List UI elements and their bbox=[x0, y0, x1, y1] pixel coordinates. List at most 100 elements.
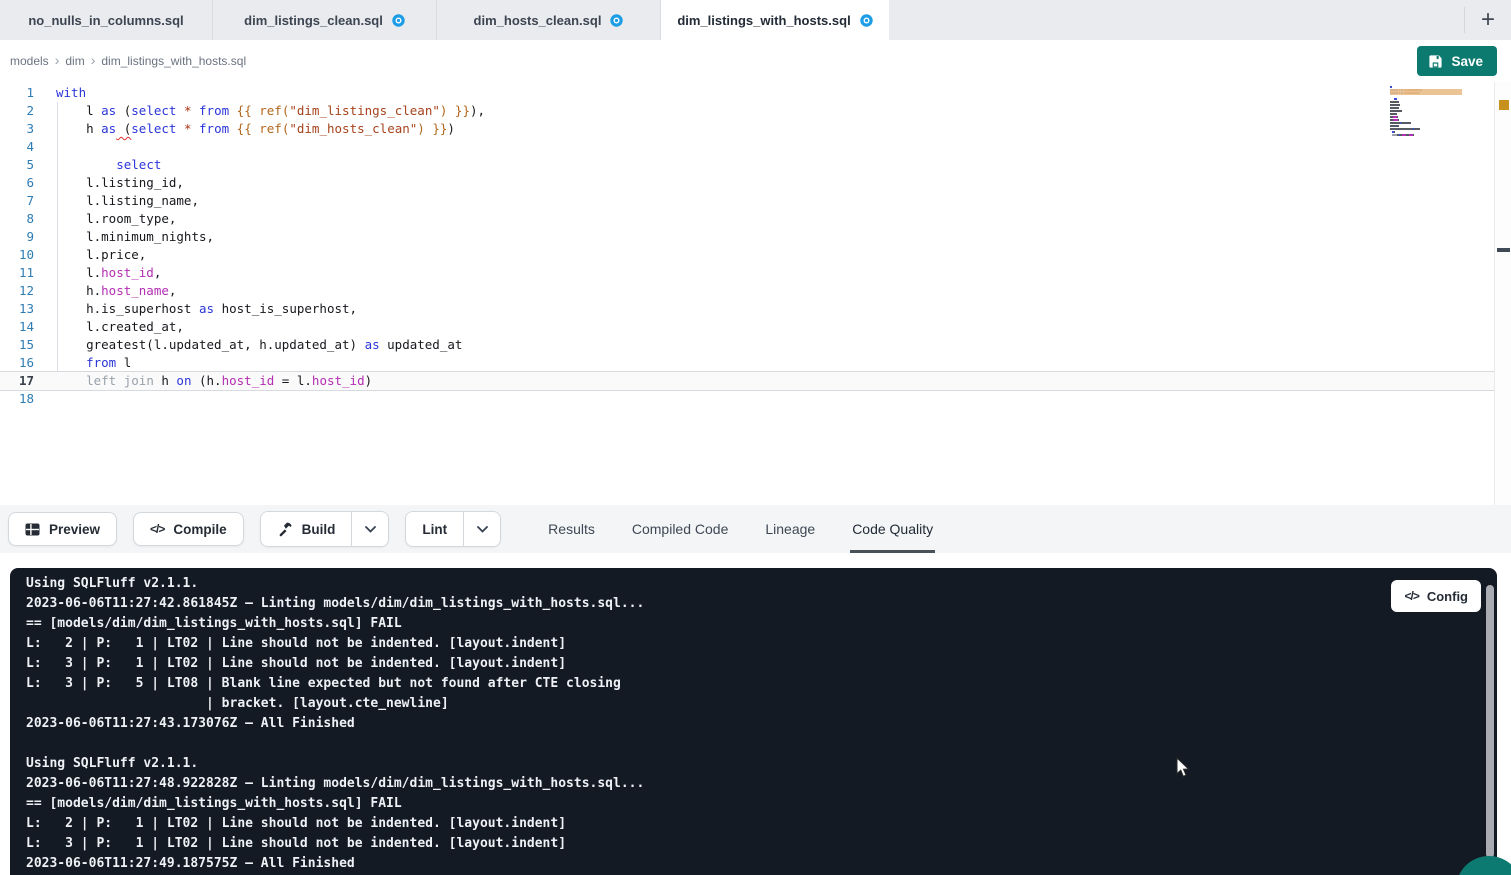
code-rows: 1with2 l as (select * from {{ ref("dim_l… bbox=[0, 84, 1494, 408]
code-text: from l bbox=[34, 354, 1494, 372]
breadcrumb-item[interactable]: dim_listings_with_hosts.sql bbox=[101, 54, 246, 68]
editor-scroll-gutter[interactable] bbox=[1494, 82, 1511, 505]
panel-tab-compiled-code[interactable]: Compiled Code bbox=[630, 505, 731, 553]
file-tab-label: dim_listings_clean.sql bbox=[244, 13, 383, 28]
line-number: 14 bbox=[0, 318, 34, 336]
code-line[interactable]: 5 select bbox=[0, 156, 1494, 174]
code-line[interactable]: 11 l.host_id, bbox=[0, 264, 1494, 282]
breadcrumb-item[interactable]: dim bbox=[65, 54, 84, 68]
code-line[interactable]: 6 l.listing_id, bbox=[0, 174, 1494, 192]
line-number: 4 bbox=[0, 138, 34, 156]
breadcrumb-separator-icon: › bbox=[91, 52, 96, 68]
lint-button[interactable]: Lint bbox=[406, 512, 463, 546]
code-text: l.created_at, bbox=[34, 318, 1494, 336]
code-icon: </> bbox=[150, 522, 164, 536]
code-line[interactable]: 7 l.listing_name, bbox=[0, 192, 1494, 210]
code-text: l.listing_id, bbox=[34, 174, 1494, 192]
breadcrumb-bar: models › dim › dim_listings_with_hosts.sql S… bbox=[0, 40, 1511, 82]
file-tab[interactable]: dim_listings_clean.sql bbox=[213, 0, 437, 40]
code-line[interactable]: 10 l.price, bbox=[0, 246, 1494, 264]
breadcrumb-item[interactable]: models bbox=[10, 54, 49, 68]
build-button[interactable]: Build bbox=[261, 512, 352, 546]
file-tab-label: no_nulls_in_columns.sql bbox=[28, 13, 183, 28]
build-split-button: Build bbox=[260, 511, 390, 547]
minimap[interactable] bbox=[1390, 86, 1462, 204]
line-number: 1 bbox=[0, 84, 34, 102]
code-line[interactable]: 12 h.host_name, bbox=[0, 282, 1494, 300]
line-number: 5 bbox=[0, 156, 34, 174]
line-number: 7 bbox=[0, 192, 34, 210]
code-line[interactable]: 17 left join h on (h.host_id = l.host_id… bbox=[0, 371, 1494, 391]
code-text: h.host_name, bbox=[34, 282, 1494, 300]
preview-button[interactable]: Preview bbox=[8, 512, 117, 546]
code-line[interactable]: 9 l.minimum_nights, bbox=[0, 228, 1494, 246]
floppy-disk-icon bbox=[1428, 54, 1443, 69]
action-toolbar: Preview </> Compile Build bbox=[0, 505, 1511, 553]
code-icon: </> bbox=[1404, 589, 1418, 603]
preview-label: Preview bbox=[49, 522, 100, 537]
code-line[interactable]: 14 l.created_at, bbox=[0, 318, 1494, 336]
line-number: 11 bbox=[0, 264, 34, 282]
terminal-scrollbar[interactable] bbox=[1486, 585, 1494, 858]
code-text bbox=[34, 390, 1494, 408]
line-number: 8 bbox=[0, 210, 34, 228]
chevron-down-icon bbox=[477, 526, 488, 533]
code-text: left join h on (h.host_id = l.host_id) bbox=[34, 372, 1494, 390]
panel-tab-bar: Results Compiled Code Lineage Code Quality bbox=[546, 505, 935, 553]
panel-tab-lineage[interactable]: Lineage bbox=[763, 505, 817, 553]
file-tab[interactable]: dim_listings_with_hosts.sql bbox=[661, 0, 889, 40]
line-number: 15 bbox=[0, 336, 34, 354]
code-text: l as (select * from {{ ref("dim_listings… bbox=[34, 102, 1494, 120]
code-text: l.room_type, bbox=[34, 210, 1494, 228]
compile-button[interactable]: </> Compile bbox=[133, 512, 244, 546]
code-line[interactable]: 18 bbox=[0, 390, 1494, 408]
code-line[interactable]: 4 bbox=[0, 138, 1494, 156]
line-number: 13 bbox=[0, 300, 34, 318]
scroll-position-marker[interactable] bbox=[1497, 248, 1510, 252]
code-text: h.is_superhost as host_is_superhost, bbox=[34, 300, 1494, 318]
code-line[interactable]: 16 from l bbox=[0, 354, 1494, 372]
code-text: l.minimum_nights, bbox=[34, 228, 1494, 246]
line-number: 12 bbox=[0, 282, 34, 300]
unsaved-dot-icon bbox=[610, 14, 623, 27]
save-button[interactable]: Save bbox=[1417, 46, 1497, 76]
chevron-down-icon bbox=[365, 526, 376, 533]
compile-label: Compile bbox=[173, 522, 226, 537]
terminal-output: Using SQLFluff v2.1.1. 2023-06-06T11:27:… bbox=[10, 568, 1497, 874]
file-tab-label: dim_hosts_clean.sql bbox=[474, 13, 602, 28]
code-line[interactable]: 1with bbox=[0, 84, 1494, 102]
config-button[interactable]: </> Config bbox=[1391, 580, 1481, 612]
file-tab[interactable]: dim_hosts_clean.sql bbox=[437, 0, 661, 40]
code-line[interactable]: 13 h.is_superhost as host_is_superhost, bbox=[0, 300, 1494, 318]
lint-warning-marker[interactable] bbox=[1499, 100, 1509, 110]
new-tab-button[interactable]: + bbox=[1471, 3, 1505, 37]
code-editor[interactable]: 1with2 l as (select * from {{ ref("dim_l… bbox=[0, 82, 1511, 505]
panel-tab-results[interactable]: Results bbox=[546, 505, 597, 553]
panel-tab-code-quality[interactable]: Code Quality bbox=[850, 505, 935, 553]
config-label: Config bbox=[1427, 589, 1468, 604]
file-tab-label: dim_listings_with_hosts.sql bbox=[677, 13, 850, 28]
code-text: l.host_id, bbox=[34, 264, 1494, 282]
hammer-icon bbox=[277, 521, 293, 537]
file-tab[interactable]: no_nulls_in_columns.sql bbox=[0, 0, 213, 40]
line-number: 10 bbox=[0, 246, 34, 264]
unsaved-dot-icon bbox=[860, 14, 873, 27]
line-number: 16 bbox=[0, 354, 34, 372]
code-line[interactable]: 2 l as (select * from {{ ref("dim_listin… bbox=[0, 102, 1494, 120]
code-text bbox=[34, 138, 1494, 156]
line-number: 6 bbox=[0, 174, 34, 192]
line-number: 3 bbox=[0, 120, 34, 138]
code-line[interactable]: 3 h as (select * from {{ ref("dim_hosts_… bbox=[0, 120, 1494, 138]
indent-guide bbox=[57, 102, 58, 390]
terminal-panel: Using SQLFluff v2.1.1. 2023-06-06T11:27:… bbox=[10, 568, 1497, 875]
code-text: greatest(l.updated_at, h.updated_at) as … bbox=[34, 336, 1494, 354]
code-text: l.listing_name, bbox=[34, 192, 1494, 210]
lint-dropdown-button[interactable] bbox=[463, 512, 500, 546]
code-line[interactable]: 15 greatest(l.updated_at, h.updated_at) … bbox=[0, 336, 1494, 354]
build-dropdown-button[interactable] bbox=[351, 512, 388, 546]
code-text: with bbox=[34, 84, 1494, 102]
build-label: Build bbox=[302, 522, 336, 537]
breadcrumb-separator-icon: › bbox=[55, 52, 60, 68]
line-number: 2 bbox=[0, 102, 34, 120]
code-line[interactable]: 8 l.room_type, bbox=[0, 210, 1494, 228]
